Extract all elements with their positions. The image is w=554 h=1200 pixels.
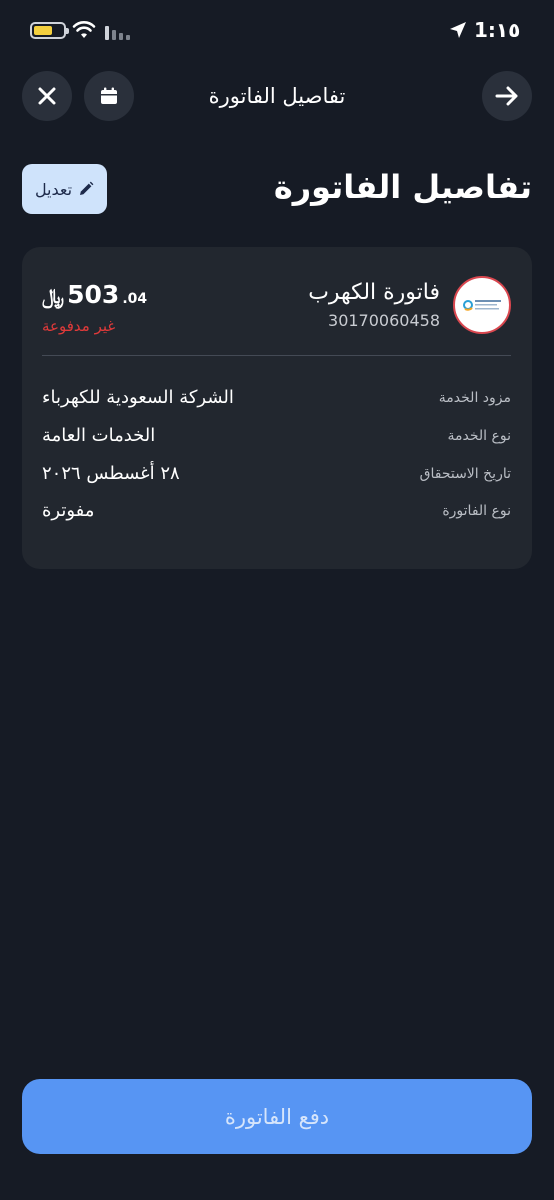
- signal-icon: [105, 26, 130, 40]
- pay-bill-button[interactable]: دفع الفاتورة: [22, 1079, 532, 1154]
- payment-status-badge: غير مدفوعة: [42, 317, 116, 335]
- wifi-icon: [72, 21, 96, 38]
- calendar-icon: [101, 87, 117, 104]
- bill-number: 30170060458: [328, 311, 440, 330]
- divider: [42, 355, 511, 356]
- pencil-icon: [80, 181, 94, 195]
- bill-card: فاتورة الكهرب 30170060458 ﷼ 503 .04 غير …: [22, 247, 532, 569]
- currency-symbol: ﷼: [42, 284, 65, 308]
- battery-icon: [30, 22, 69, 39]
- page-title: تفاصيل الفاتورة: [273, 168, 532, 206]
- arrow-right-icon: [495, 86, 518, 106]
- provider-logo: [453, 276, 511, 334]
- location-arrow-icon: [450, 22, 466, 38]
- amount-decimal: .04: [122, 291, 148, 307]
- nav-title: تفاصيل الفاتورة: [208, 84, 346, 108]
- electricity-company-logo-icon: [463, 300, 501, 311]
- detail-label-bill-type: نوع الفاتورة: [442, 503, 511, 519]
- edit-label: تعديل: [34, 179, 73, 199]
- edit-button[interactable]: تعديل: [22, 164, 107, 214]
- close-button[interactable]: [22, 71, 72, 121]
- detail-value-service-type: الخدمات العامة: [42, 425, 156, 446]
- detail-label-due-date: تاريخ الاستحقاق: [419, 466, 511, 482]
- close-icon: [38, 87, 56, 105]
- bill-details-screen: 1:١٥ تفاصيل الفاتورة تفاصيل الفاتورة تعد…: [0, 0, 554, 1200]
- detail-label-service-type: نوع الخدمة: [447, 428, 511, 444]
- bill-name: فاتورة الكهرب: [308, 280, 440, 305]
- bill-amount: ﷼ 503 .04: [42, 280, 147, 309]
- status-bar: 1:١٥: [0, 0, 554, 64]
- calendar-button[interactable]: [84, 71, 134, 121]
- detail-label-provider: مزود الخدمة: [438, 390, 511, 406]
- amount-integer: 503: [67, 280, 120, 309]
- back-button[interactable]: [482, 71, 532, 121]
- detail-value-bill-type: مفوترة: [42, 500, 95, 521]
- detail-value-provider: الشركة السعودية للكهرباء: [42, 387, 234, 408]
- pay-bill-label: دفع الفاتورة: [224, 1104, 330, 1129]
- status-time: 1:١٥: [474, 18, 521, 42]
- detail-value-due-date: ٢٨ أغسطس ٢٠٢٦: [42, 463, 180, 484]
